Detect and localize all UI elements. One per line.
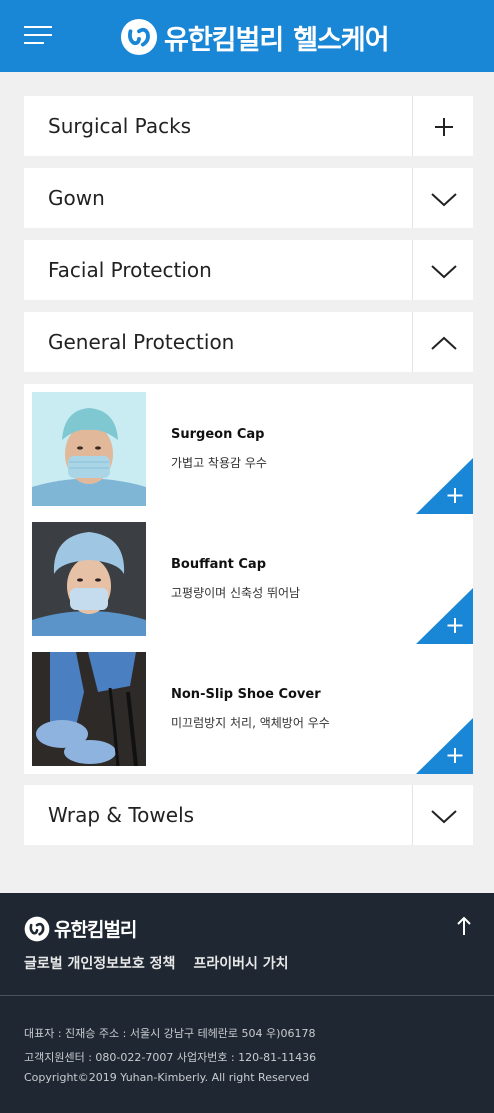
accordion-title: Surgical Packs: [48, 114, 192, 138]
accordion-title: General Protection: [48, 330, 235, 354]
brand-name: 유한킴벌리: [164, 24, 284, 56]
plus-icon[interactable]: [416, 718, 473, 774]
accordion-wrap-towels[interactable]: Wrap & Towels: [24, 785, 473, 845]
chevron-up-icon[interactable]: [412, 312, 473, 372]
plus-icon[interactable]: [416, 458, 473, 514]
chevron-down-icon[interactable]: [412, 785, 473, 845]
product-name: Bouffant Cap: [171, 557, 267, 572]
company-info-address: 대표자 : 진재승 주소 : 서울시 강남구 테헤란로 504 우)06178: [24, 1027, 316, 1040]
yuhan-kimberly-logo-icon: [24, 916, 50, 941]
footer-divider: [0, 995, 494, 996]
accordion-title: Gown: [48, 186, 105, 210]
brand-sub: 헬스케어: [293, 24, 389, 56]
privacy-value-link[interactable]: 프라이버시 가치: [193, 953, 288, 973]
plus-icon[interactable]: [412, 96, 473, 156]
product-description: 미끄럼방지 처리, 액체방어 우수: [171, 716, 330, 730]
footer-logo-text: 유한킴벌리: [54, 919, 137, 941]
product-item-bouffant-cap[interactable]: Bouffant Cap 고평량이며 신축성 뛰어남: [24, 514, 473, 644]
accordion-gown[interactable]: Gown: [24, 168, 473, 228]
shoe-cover-image: [32, 652, 146, 766]
product-name: Surgeon Cap: [171, 427, 265, 442]
brand-logo[interactable]: 유한킴벌리 헬스케어: [120, 18, 390, 56]
footer-logo[interactable]: 유한킴벌리: [24, 915, 137, 942]
accordion-facial-protection[interactable]: Facial Protection: [24, 240, 473, 300]
accordion-surgical-packs[interactable]: Surgical Packs: [24, 96, 473, 156]
arrow-up-icon[interactable]: [454, 915, 474, 937]
surgeon-cap-image: [32, 392, 146, 506]
product-description: 고평량이며 신축성 뛰어남: [171, 586, 301, 600]
chevron-down-icon[interactable]: [412, 168, 473, 228]
page-footer: 유한킴벌리 글로벌 개인정보보호 정책 프라이버시 가치 대표자 : 진재승 주…: [0, 893, 494, 1113]
accordion-general-protection[interactable]: General Protection: [24, 312, 473, 372]
app-header: 유한킴벌리 헬스케어: [0, 0, 494, 72]
product-item-surgeon-cap[interactable]: Surgeon Cap 가볍고 착용감 우수: [24, 384, 473, 514]
bouffant-cap-image: [32, 522, 146, 636]
hamburger-menu-icon[interactable]: [24, 26, 54, 46]
product-name: Non-Slip Shoe Cover: [171, 687, 321, 702]
chevron-down-icon[interactable]: [412, 240, 473, 300]
accordion-title: Facial Protection: [48, 258, 212, 282]
product-description: 가볍고 착용감 우수: [171, 456, 267, 470]
plus-icon[interactable]: [416, 588, 473, 644]
yuhan-kimberly-logo-icon: [120, 18, 158, 56]
copyright-text: Copyright©2019 Yuhan-Kimberly. All right…: [24, 1071, 310, 1084]
company-info-contact: 고객지원센터 : 080-022-7007 사업자번호 : 120-81-114…: [24, 1051, 317, 1064]
product-item-non-slip-shoe-cover[interactable]: Non-Slip Shoe Cover 미끄럼방지 처리, 액체방어 우수: [24, 644, 473, 774]
footer-links: 글로벌 개인정보보호 정책 프라이버시 가치: [24, 953, 288, 973]
privacy-policy-link[interactable]: 글로벌 개인정보보호 정책: [24, 953, 175, 973]
accordion-title: Wrap & Towels: [48, 803, 195, 827]
